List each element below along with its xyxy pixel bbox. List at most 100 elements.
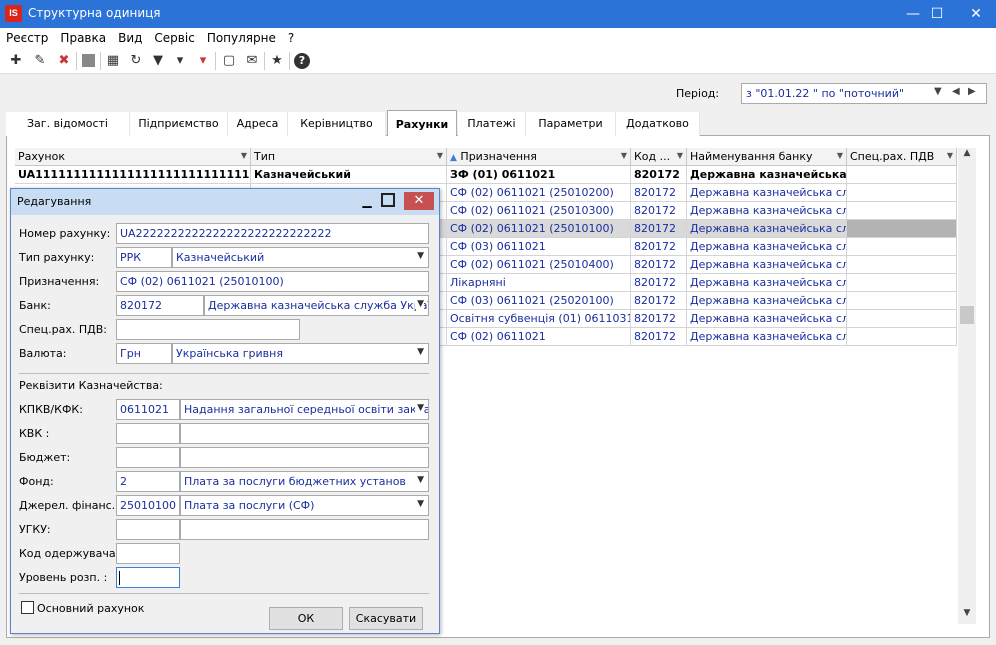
kvk-code-input[interactable] [116,423,180,444]
cell-code: 820172 [631,202,687,220]
menu-edit[interactable]: Правка [54,28,112,45]
dialog-close-button[interactable]: ✕ [404,192,434,210]
add-icon[interactable]: ✚ [6,51,26,71]
main-account-checkbox[interactable] [21,601,34,614]
source-select[interactable]: Плата за послуги (СФ) ▼ [180,495,429,516]
budget-code-input[interactable] [116,447,180,468]
document-icon[interactable]: ▢ [219,51,239,71]
period-selector[interactable]: з "01.01.22 " по "поточний" ▼ ◀ ▶ [741,83,987,104]
close-button[interactable]: ✕ [956,0,996,28]
cell-bank: Державна казначейська служба ... [687,238,847,256]
vertical-scrollbar[interactable]: ▲ ▼ [958,148,976,624]
purpose-input[interactable]: СФ (02) 0611021 (25010100) [116,271,429,292]
tab-general[interactable]: Заг. відомості [6,112,130,136]
column-header-spec-pdv[interactable]: Спец.рах. ПДВ ▼ [847,148,957,166]
column-header-type[interactable]: Тип ▼ [251,148,447,166]
dialog-minimize-button[interactable]: ▁ [359,192,375,210]
filter-icon[interactable]: ▼ [148,51,168,71]
cell-account: UA1111111111111111111111111111 [15,166,251,184]
cell-code: 820172 [631,310,687,328]
chevron-down-icon[interactable]: ▼ [417,251,424,261]
star-icon[interactable]: ★ [267,51,287,71]
level-label: Уровень розп. : [19,571,108,584]
scroll-down-icon[interactable]: ▼ [958,608,976,624]
mail-icon[interactable]: ✉ [242,51,262,71]
maximize-button[interactable]: ☐ [922,0,952,28]
toolbar-separator [76,52,77,70]
stop-icon[interactable] [78,51,98,71]
chevron-down-icon[interactable]: ▼ [621,151,627,160]
chevron-down-icon[interactable]: ▼ [241,151,247,160]
menu-popular[interactable]: Популярне [201,28,282,45]
account-number-input[interactable]: UA2222222222222222222222222222 [116,223,429,244]
scroll-up-icon[interactable]: ▲ [958,148,976,164]
cancel-button[interactable]: Скасувати [349,607,423,630]
filter-clear-icon[interactable]: ▾ [193,51,213,71]
chevron-down-icon[interactable]: ▼ [417,499,424,509]
tab-accounts[interactable]: Рахунки [387,110,457,137]
kpkv-label: КПКВ/КФК: [19,403,83,416]
refresh-icon[interactable]: ↻ [126,51,146,71]
cell-bank: Державна казначейська служба ... [687,256,847,274]
column-header-purpose[interactable]: ▲ Призначення ▼ [447,148,631,166]
tab-additional[interactable]: Додатково [616,112,700,136]
ugku-code-input[interactable] [116,519,180,540]
kpkv-select[interactable]: Надання загальної середньої освіти закла… [180,399,429,420]
recipient-code-input[interactable] [116,543,180,564]
delete-icon[interactable]: ✖ [54,51,74,71]
bank-select[interactable]: Державна казначейська служба України,м.К… [204,295,429,316]
fund-code-input[interactable]: 2 [116,471,180,492]
tab-enterprise[interactable]: Підприємство [130,112,228,136]
dialog-maximize-button[interactable] [381,193,395,207]
fund-select[interactable]: Плата за послуги бюджетних установ ▼ [180,471,429,492]
chevron-down-icon[interactable]: ▼ [437,151,443,160]
chevron-down-icon[interactable]: ▼ [417,347,424,357]
currency-code-input[interactable]: Грн [116,343,172,364]
kvk-name-input[interactable] [180,423,429,444]
account-number-label: Номер рахунку: [19,227,111,240]
toolbar-separator [264,52,265,70]
tab-address[interactable]: Адреса [228,112,288,136]
menu-help[interactable]: ? [282,28,300,45]
scroll-thumb[interactable] [960,306,974,324]
level-input[interactable] [116,567,180,588]
edit-dialog: Редагування ▁ ✕ Номер рахунку: UA2222222… [10,188,440,634]
arrow-left-icon[interactable]: ◀ [952,86,960,97]
period-label: Період: [676,87,720,100]
column-header-bank[interactable]: Найменування банку ▼ [687,148,847,166]
chevron-down-icon[interactable]: ▼ [415,403,424,413]
chevron-down-icon[interactable]: ▼ [417,475,424,485]
cell-purpose: Освітня субвенція (01) 0611031 [447,310,631,328]
tab-payments[interactable]: Платежі [458,112,526,136]
currency-select[interactable]: Українська гривня ▼ [172,343,429,364]
menu-service[interactable]: Сервіс [148,28,200,45]
arrow-right-icon[interactable]: ▶ [968,86,976,97]
table-row[interactable]: UA1111111111111111111111111111 Казначейсь… [15,166,957,184]
main-account-label: Основний рахунок [37,602,145,615]
cell-code: 820172 [631,328,687,346]
bank-code-input[interactable]: 820172 [116,295,204,316]
menu-view[interactable]: Вид [112,28,148,45]
source-code-input[interactable]: 25010100 [116,495,180,516]
ok-button[interactable]: ОК [269,607,343,630]
column-header-code[interactable]: Код ... ▼ [631,148,687,166]
ugku-name-input[interactable] [180,519,429,540]
table-icon[interactable]: ▦ [103,51,123,71]
chevron-down-icon[interactable]: ▼ [837,151,843,160]
chevron-down-icon[interactable]: ▼ [677,151,683,160]
chevron-down-icon[interactable]: ▼ [947,151,953,160]
tab-management[interactable]: Керівництво [288,112,386,136]
chevron-down-icon[interactable]: ▼ [415,299,424,309]
account-type-code-input[interactable]: РРК [116,247,172,268]
tab-parameters[interactable]: Параметри [526,112,616,136]
chevron-down-icon[interactable]: ▼ [934,86,942,97]
account-type-select[interactable]: Казначейський ▼ [172,247,429,268]
edit-icon[interactable]: ✎ [30,51,50,71]
column-header-account[interactable]: Рахунок ▼ [15,148,251,166]
budget-name-input[interactable] [180,447,429,468]
help-icon[interactable]: ? [292,51,312,71]
spec-pdv-input[interactable] [116,319,300,340]
filter-add-icon[interactable]: ▾ [170,51,190,71]
menu-registry[interactable]: Реєстр [0,28,54,45]
kpkv-code-input[interactable]: 0611021 [116,399,180,420]
